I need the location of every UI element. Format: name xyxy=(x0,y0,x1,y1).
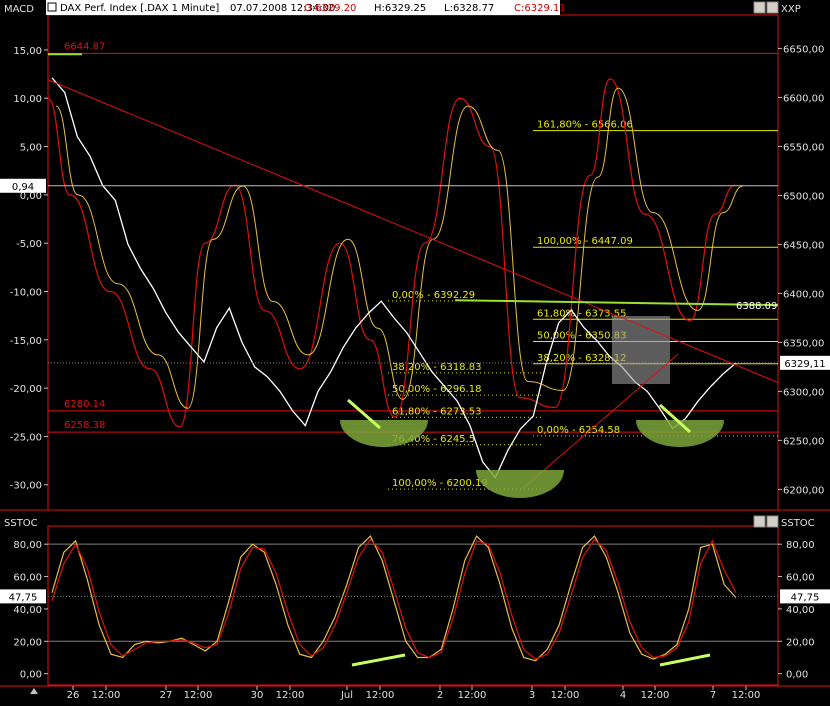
sstoc-left-tick-label: 20,00 xyxy=(13,637,42,648)
sstoc-left-tick-label: 80,00 xyxy=(13,540,42,551)
macd-tick-label: -30,00 xyxy=(10,481,42,492)
macd-tick-label: -25,00 xyxy=(10,432,42,443)
restore-icon[interactable] xyxy=(753,1,766,14)
macd-tick-label: -20,00 xyxy=(10,384,42,395)
price-tick-label: 6550,00 xyxy=(783,142,824,153)
price-axis-title: XXP xyxy=(781,4,801,15)
fib-label: 0,00% - 6392.29 xyxy=(392,290,475,301)
sstoc-right-tick-label: 80,00 xyxy=(786,540,815,551)
time-tick-label: 2 xyxy=(437,690,443,701)
price-tick-label: 6650,00 xyxy=(783,44,824,55)
header-field: O:6329.20 xyxy=(304,3,356,14)
fib-label: 100,00% - 6200.19 xyxy=(392,478,488,489)
time-tick-label: 12:00 xyxy=(732,690,761,701)
chart-window: 6644.87 6280.14 6258.38 0,00% - 6392.29 38,2… xyxy=(0,0,830,702)
trendline-label: 6388.09 xyxy=(736,301,777,312)
price-value-text: 6329,11 xyxy=(784,359,825,370)
header-field: H:6329.25 xyxy=(374,3,426,14)
level-label: 6258.38 xyxy=(64,420,105,431)
price-tick-label: 6250,00 xyxy=(783,436,824,447)
time-tick-label: 26 xyxy=(67,690,80,701)
sstoc-right-tick-label: 40,00 xyxy=(786,605,815,616)
sstoc-left-tick-label: 60,00 xyxy=(13,573,42,584)
fib-label: 61,80% - 6273.53 xyxy=(392,406,481,417)
time-tick-label: 3 xyxy=(529,690,535,701)
macd-tick-label: -5,00 xyxy=(16,239,42,250)
time-tick-label: 12:00 xyxy=(551,690,580,701)
price-tick-label: 6200,00 xyxy=(783,485,824,496)
price-tick-label: 6600,00 xyxy=(783,93,824,104)
time-tick-label: Jul xyxy=(340,690,353,701)
fib-label: 161,80% - 6566.06 xyxy=(537,120,633,131)
macd-tick-label: 15,00 xyxy=(13,46,42,57)
macd-tick-label: 10,00 xyxy=(13,94,42,105)
sstoc-right-tick-label: 20,00 xyxy=(786,637,815,648)
header-field: L:6328.77 xyxy=(444,3,494,14)
price-tick-label: 6350,00 xyxy=(783,338,824,349)
macd-tick-label: -15,00 xyxy=(10,336,42,347)
sstoc-right-badge-text: 47,75 xyxy=(791,592,820,603)
time-tick-label: 12:00 xyxy=(184,690,213,701)
price-tick-label: 6400,00 xyxy=(783,289,824,300)
macd-tick-label: -10,00 xyxy=(10,287,42,298)
dax-chart: 6644.87 6280.14 6258.38 0,00% - 6392.29 38,2… xyxy=(0,0,830,702)
time-tick-label: 30 xyxy=(251,690,264,701)
sstoc-right-tick-label: 60,00 xyxy=(786,573,815,584)
header-field: C:6329.11 xyxy=(514,3,566,14)
time-tick-label: 12:00 xyxy=(458,690,487,701)
time-tick-label: 4 xyxy=(620,690,626,701)
sstoc-left-title: SSTOC xyxy=(4,518,38,529)
time-tick-label: 12:00 xyxy=(92,690,121,701)
time-tick-label: 27 xyxy=(160,690,173,701)
sstoc-left-tick-label: 0,00 xyxy=(20,670,42,681)
time-tick-label: 12:00 xyxy=(276,690,305,701)
time-tick-label: 12:00 xyxy=(366,690,395,701)
sstoc-close-icon[interactable] xyxy=(766,515,779,528)
sstoc-left-badge-text: 47,75 xyxy=(9,592,38,603)
macd-axis-title: MACD xyxy=(4,4,34,15)
sstoc-restore-icon[interactable] xyxy=(753,515,766,528)
level-label: 6644.87 xyxy=(64,41,105,52)
level-label: 6280.14 xyxy=(64,399,105,410)
time-tick-label: 7 xyxy=(710,690,716,701)
sstoc-right-tick-label: 0,00 xyxy=(786,670,808,681)
macd-tick-label: 5,00 xyxy=(20,143,42,154)
fib-label: 50,00% - 6296.18 xyxy=(392,384,481,395)
sstoc-left-tick-label: 40,00 xyxy=(13,605,42,616)
price-tick-label: 6500,00 xyxy=(783,191,824,202)
price-tick-label: 6300,00 xyxy=(783,387,824,398)
close-icon[interactable] xyxy=(766,1,779,14)
price-tick-label: 6450,00 xyxy=(783,240,824,251)
fib-label: 38,20% - 6318.83 xyxy=(392,362,481,373)
sstoc-right-title: SSTOC xyxy=(781,518,815,529)
macd-value-text: 0,94 xyxy=(12,182,34,193)
time-tick-label: 12:00 xyxy=(641,690,670,701)
header-field: DAX Perf. Index [.DAX 1 Minute] xyxy=(60,3,219,14)
fib-label: 0,00% - 6254.58 xyxy=(537,425,620,436)
